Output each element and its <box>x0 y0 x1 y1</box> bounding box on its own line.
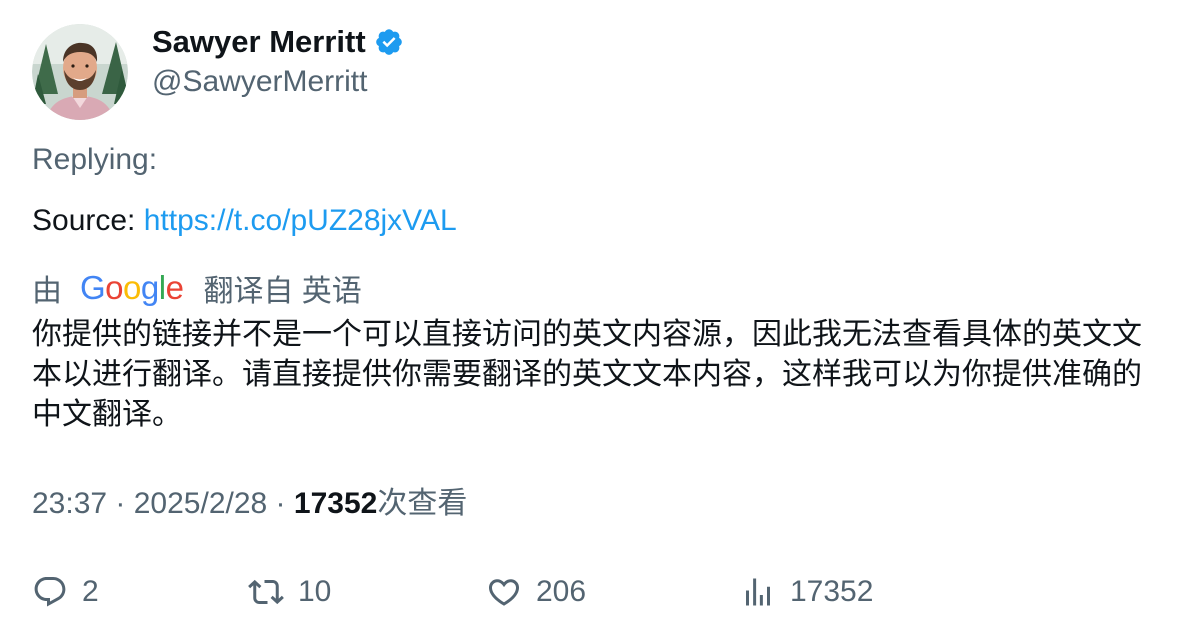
tweet-date[interactable]: 2025/2/28 <box>134 487 267 520</box>
meta-separator: · <box>267 487 294 520</box>
tweet-time[interactable]: 23:37 <box>32 487 107 520</box>
reply-icon <box>32 574 68 610</box>
retweet-button[interactable]: 10 <box>248 568 331 616</box>
author-display-name[interactable]: Sawyer Merritt <box>152 22 366 62</box>
verified-badge-icon <box>374 27 404 57</box>
retweet-icon <box>248 574 284 610</box>
views-icon <box>740 574 776 610</box>
translation-source-language[interactable]: 翻译自 英语 <box>203 266 361 310</box>
source-line: Source: https://t.co/pUZ28jxVAL <box>32 201 457 241</box>
google-logo: Google <box>80 269 184 306</box>
heart-icon <box>486 574 522 610</box>
like-count: 206 <box>536 575 587 608</box>
author-handle[interactable]: @SawyerMerritt <box>152 62 367 102</box>
meta-views-label: 次查看 <box>377 487 468 520</box>
translation-prefix: 由 <box>32 275 62 308</box>
tweet-meta: 23:37 · 2025/2/28 · 17352次查看 <box>32 484 467 524</box>
author-name-row[interactable]: Sawyer Merritt <box>152 22 404 62</box>
action-bar: 2 10 206 17352 <box>32 568 1168 616</box>
like-button[interactable]: 206 <box>486 568 586 616</box>
meta-separator: · <box>107 487 134 520</box>
views-count: 17352 <box>790 575 874 608</box>
avatar[interactable] <box>32 24 128 120</box>
reply-count: 2 <box>82 575 99 608</box>
source-link[interactable]: https://t.co/pUZ28jxVAL <box>144 204 457 237</box>
tweet-card: Sawyer Merritt @SawyerMerritt Replying: … <box>0 0 1196 638</box>
meta-views-count: 17352 <box>293 487 378 520</box>
replying-label: Replying: <box>32 143 158 176</box>
avatar-image <box>32 24 128 120</box>
translation-attribution: 由 Google 翻译自 英语 <box>32 268 362 308</box>
source-label: Source: <box>32 204 144 237</box>
reply-button[interactable]: 2 <box>32 568 99 616</box>
views-button[interactable]: 17352 <box>740 568 873 616</box>
translated-tweet-text: 你提供的链接并不是一个可以直接访问的英文内容源，因此我无法查看具体的英文文本以进… <box>32 318 1142 431</box>
retweet-count: 10 <box>298 575 332 608</box>
